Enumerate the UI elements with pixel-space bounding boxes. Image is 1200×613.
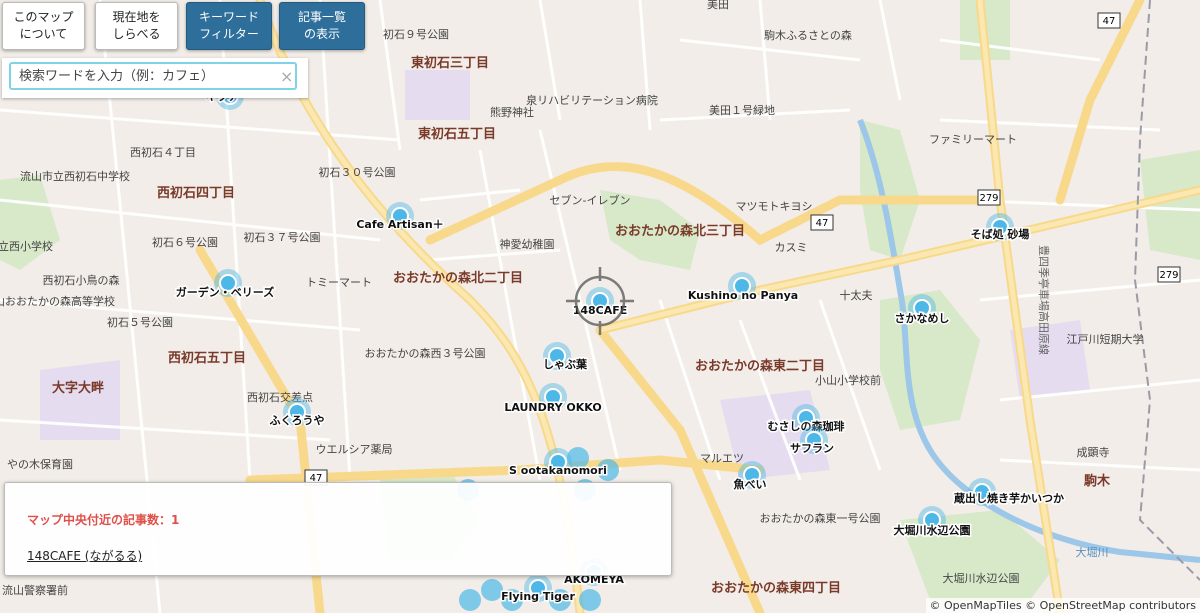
poi-label: 流山警察署前 [2, 583, 68, 597]
poi-label: 市立西小学校 [0, 239, 53, 253]
poi-label: 成顕寺 [1077, 446, 1110, 459]
poi-label: 初石９号公園 [383, 27, 449, 41]
article-count-label: マップ中央付近の記事数：1 [27, 513, 180, 527]
article-marker-label: Kushino no Panya [688, 289, 798, 302]
article-marker-label: S ootakanomori [509, 464, 607, 477]
district-label: おおたかの森東四丁目 [711, 580, 841, 596]
poi-label: 美田 [707, 0, 729, 11]
article-marker-label: ふくろうや [270, 414, 325, 427]
poi-label: 熊野神社 [490, 105, 534, 119]
district-label: 東初石三丁目 [411, 55, 489, 71]
article-marker-label: 蔵出し焼き芋かいつか [954, 491, 1064, 505]
district-label: 西初石四丁目 [157, 185, 235, 201]
poi-label: マツモトキヨシ [736, 200, 813, 213]
marker-cluster-dot [579, 589, 601, 611]
district-label: 大字大畔 [52, 380, 104, 396]
article-marker-label: しゃぶ葉 [543, 357, 588, 371]
keyword-filter-button[interactable]: キーワード フィルター [186, 2, 272, 50]
poi-label: 流山市立西初石中学校 [20, 169, 130, 183]
poi-label: 大堀川水辺公園 [943, 571, 1020, 585]
poi-label: ファミリーマート [929, 133, 1017, 146]
article-link[interactable]: 148CAFE (ながるる) [27, 547, 142, 564]
search-input[interactable] [9, 62, 297, 90]
article-marker-label: Flying Tiger [501, 590, 575, 603]
district-label: 西初石五丁目 [168, 350, 246, 366]
nearby-articles-panel: マップ中央付近の記事数：1 148CAFE (ながるる) [4, 482, 672, 576]
poi-label: おおたかの森西３号公園 [365, 346, 486, 360]
district-label: 駒木 [1083, 473, 1111, 489]
marker-cluster-dot [481, 579, 503, 601]
clear-search-icon[interactable]: × [280, 67, 293, 86]
road-shield-label: 47 [816, 218, 829, 229]
article-marker-label: 大堀川水辺公園 [894, 523, 971, 537]
article-marker-label: LAUNDRY OKKO [504, 401, 601, 414]
poi-label: セブン-イレブン [550, 193, 631, 207]
poi-label: マルエツ [700, 452, 744, 465]
road-shield-label: 47 [1103, 16, 1116, 27]
poi-label: 豊四季亭車場高田原線 [1037, 245, 1051, 355]
district-label: おおたかの森北三丁目 [615, 223, 745, 239]
article-marker-label: ガーデン・ベリーズ [176, 285, 274, 299]
marker-cluster-dot [459, 589, 481, 611]
article-marker-label: そば処 砂場 [971, 227, 1030, 241]
poi-label: 初石３７号公園 [244, 230, 321, 244]
poi-label: 西初石小鳥の森 [43, 273, 120, 287]
poi-label: 小山小学校前 [815, 373, 881, 387]
district-label: おおたかの森北二丁目 [393, 270, 523, 286]
poi-label: 十太夫 [840, 288, 873, 302]
poi-label: おおたかの森東一号公園 [760, 511, 881, 525]
map-attribution: © OpenMapTiles © OpenStreetMap contribut… [925, 598, 1200, 613]
article-marker-label: Cafe Artisan＋ [356, 218, 443, 231]
road-shield-label: 279 [1159, 270, 1178, 281]
poi-label: トミーマート [306, 276, 372, 289]
poi-label: 駒木ふるさとの森 [764, 28, 852, 42]
poi-label: カスミ [775, 241, 808, 254]
poi-label: 江戸川短期大学 [1067, 332, 1144, 346]
article-marker-label: さかなめし [895, 312, 950, 325]
poi-label: 初石３０号公園 [319, 165, 396, 179]
poi-label: 美田１号緑地 [709, 103, 775, 117]
district-label: おおたかの森東二丁目 [695, 358, 825, 374]
poi-label: 初石６号公園 [152, 235, 218, 249]
poi-label: 初石５号公園 [107, 315, 173, 329]
poi-label: やの木保育園 [7, 457, 73, 471]
poi-label: 大堀川 [1076, 545, 1109, 559]
poi-label: 西初石４丁目 [130, 145, 196, 159]
article-marker-label: サフラン [790, 442, 834, 455]
district-label: 東初石五丁目 [418, 126, 496, 142]
road-shield-label: 279 [979, 193, 998, 204]
article-list-button[interactable]: 記事一覧 の表示 [279, 2, 365, 50]
poi-label: 泉リハビリテーション病院 [526, 93, 658, 107]
locate-me-button[interactable]: 現在地を しらべる [95, 2, 178, 50]
poi-label: 県立流山おおたかの森高等学校 [0, 294, 115, 308]
search-box: × [2, 58, 308, 98]
poi-label: 神愛幼稚園 [500, 237, 555, 251]
article-marker-label: 魚べい [734, 477, 767, 491]
poi-label: ウエルシア薬局 [316, 443, 393, 456]
about-map-button[interactable]: このマップ について [2, 2, 85, 50]
